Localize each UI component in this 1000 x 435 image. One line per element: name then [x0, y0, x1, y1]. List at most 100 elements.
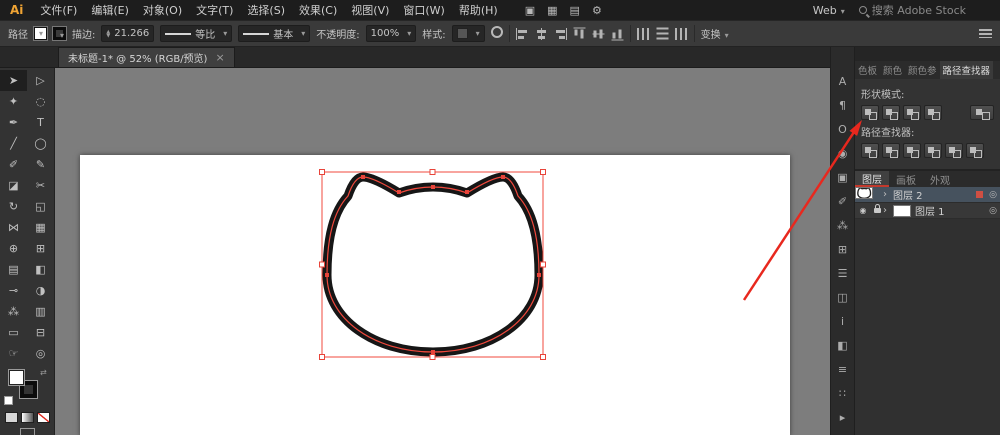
magic-wand-tool[interactable]: ✦	[0, 91, 27, 112]
workspace-switcher[interactable]: Web	[813, 4, 845, 17]
align-horizontal-left-icon[interactable]	[515, 27, 529, 40]
menu-item[interactable]: 选择(S)	[240, 2, 292, 18]
gradient-panel-icon[interactable]: ◧	[831, 333, 855, 357]
color-button[interactable]	[4, 412, 18, 423]
paintbrush-tool[interactable]: ✐	[0, 154, 27, 175]
pathfinder-crop-button[interactable]	[924, 143, 942, 158]
layer-thumbnail[interactable]	[893, 204, 911, 217]
fill-swatch[interactable]	[8, 369, 25, 386]
opentype-panel-icon[interactable]: O	[831, 117, 855, 141]
brush-definition-dropdown[interactable]: 基本	[238, 25, 311, 42]
layers-panel-tab[interactable]: 图层	[855, 171, 889, 187]
type-tool[interactable]: T	[27, 112, 54, 133]
layer-thumbnail[interactable]	[855, 187, 873, 199]
close-tab-icon[interactable]: ×	[215, 51, 224, 64]
distribute-horizontal-icon[interactable]	[636, 27, 650, 40]
panel-tab[interactable]: 色板	[855, 61, 880, 79]
transform-dropdown[interactable]: 变换	[701, 26, 729, 41]
selection-tool[interactable]: ➤	[0, 70, 27, 91]
selection-color-chip[interactable]	[976, 191, 983, 198]
expand-arrow-icon[interactable]: ›	[883, 189, 893, 200]
layers-panel-tab[interactable]: 外观	[923, 171, 957, 187]
width-tool[interactable]: ⋈	[0, 217, 27, 238]
layers-panel-tab[interactable]: 画板	[889, 171, 923, 187]
pathfinder-panel-icon[interactable]: ◫	[831, 285, 855, 309]
gradient-tool[interactable]: ◧	[27, 259, 54, 280]
expand-button[interactable]	[970, 105, 994, 120]
column-graph-tool[interactable]: ▥	[27, 301, 54, 322]
appearance-panel-icon[interactable]: ◉	[831, 141, 855, 165]
artboard-tool[interactable]: ▭	[0, 322, 27, 343]
arrange-documents-icon[interactable]: ▤	[570, 4, 580, 17]
libraries-panel-icon[interactable]: ▸	[831, 405, 855, 429]
shape-builder-tool[interactable]: ⊕	[0, 238, 27, 259]
line-segment-tool[interactable]: ╱	[0, 133, 27, 154]
scissors-tool[interactable]: ✂	[27, 175, 54, 196]
ellipse-tool[interactable]: ◯	[27, 133, 54, 154]
layer-name[interactable]: 图层 2	[893, 187, 976, 202]
stroke-color-swatch[interactable]	[53, 27, 66, 40]
free-transform-tool[interactable]: ▦	[27, 217, 54, 238]
gpu-performance-icon[interactable]: ⚙	[592, 4, 602, 17]
width-profile-dropdown[interactable]: 等比	[160, 25, 233, 42]
canvas[interactable]	[55, 68, 830, 435]
shape-mode-minus-front-button[interactable]	[882, 105, 900, 120]
menu-item[interactable]: 编辑(E)	[84, 2, 136, 18]
menu-item[interactable]: 效果(C)	[292, 2, 344, 18]
fill-color-swatch[interactable]	[34, 27, 47, 40]
stock-search[interactable]: 搜索 Adobe Stock	[858, 2, 994, 18]
slice-tool[interactable]: ⊟	[27, 322, 54, 343]
shape-mode-exclude-button[interactable]	[924, 105, 942, 120]
align-horizontal-center-icon[interactable]	[534, 27, 548, 40]
menu-item[interactable]: 文字(T)	[189, 2, 240, 18]
layer-target-icon[interactable]: ◎	[986, 190, 1000, 200]
default-fill-stroke-icon[interactable]	[4, 396, 13, 405]
mesh-tool[interactable]: ▤	[0, 259, 27, 280]
pathfinder-divide-button[interactable]	[861, 143, 879, 158]
hand-tool[interactable]: ☞	[0, 343, 27, 364]
document-tab[interactable]: 未标题-1* @ 52% (RGB/预览) ×	[58, 47, 235, 67]
rotate-tool[interactable]: ↻	[0, 196, 27, 217]
cat-head-shape[interactable]	[322, 172, 544, 357]
perspective-grid-tool[interactable]: ⊞	[27, 238, 54, 259]
stepper-arrows-icon[interactable]	[106, 30, 110, 38]
character-panel-icon[interactable]: A	[831, 69, 855, 93]
lasso-tool[interactable]: ◌	[27, 91, 54, 112]
layer-name[interactable]: 图层 1	[915, 203, 986, 218]
swatches-panel-icon[interactable]: ∷	[831, 381, 855, 405]
symbol-sprayer-tool[interactable]: ⁂	[0, 301, 27, 322]
align-vertical-center-icon[interactable]	[592, 27, 605, 40]
align-horizontal-right-icon[interactable]	[553, 27, 567, 40]
pencil-tool[interactable]: ✎	[27, 154, 54, 175]
eraser-tool[interactable]: ◪	[0, 175, 27, 196]
menu-item[interactable]: 视图(V)	[344, 2, 396, 18]
launch-bridge-icon[interactable]: ▣	[525, 4, 535, 17]
transform-panel-icon[interactable]: ⊞	[831, 237, 855, 261]
menu-item[interactable]: 窗口(W)	[396, 2, 451, 18]
panel-tab[interactable]: 颜色	[880, 61, 905, 79]
stroke-panel-icon[interactable]: ≡	[831, 357, 855, 381]
distribute-vertical-icon[interactable]	[656, 27, 669, 40]
blend-tool[interactable]: ◑	[27, 280, 54, 301]
pen-tool[interactable]: ✒	[0, 112, 27, 133]
panel-tab[interactable]: 路径查找器	[939, 61, 994, 79]
zoom-tool[interactable]: ◎	[27, 343, 54, 364]
adobe-stock-icon[interactable]: ▦	[547, 4, 557, 17]
shape-mode-intersect-button[interactable]	[903, 105, 921, 120]
brushes-panel-icon[interactable]: ✐	[831, 189, 855, 213]
scale-tool[interactable]: ◱	[27, 196, 54, 217]
align-vertical-bottom-icon[interactable]	[611, 27, 624, 40]
style-swatch-dropdown[interactable]	[451, 25, 485, 42]
pathfinder-merge-button[interactable]	[903, 143, 921, 158]
visibility-toggle-icon[interactable]: ◉	[855, 206, 871, 215]
stroke-weight-stepper[interactable]: 21.266	[101, 25, 155, 42]
layer-target-icon[interactable]: ◎	[986, 206, 1000, 216]
panel-tab[interactable]: 颜色参	[905, 61, 940, 79]
menu-item[interactable]: 对象(O)	[136, 2, 189, 18]
swap-fill-stroke-icon[interactable]: ⇄	[40, 368, 47, 377]
stroke-weight-value[interactable]: 21.266	[114, 28, 149, 39]
control-panel-menu-icon[interactable]	[979, 29, 992, 38]
layer-row[interactable]: ◉ › 图层 1 ◎	[855, 203, 1000, 219]
symbols-panel-icon[interactable]: ⁂	[831, 213, 855, 237]
menu-item[interactable]: 文件(F)	[33, 2, 84, 18]
